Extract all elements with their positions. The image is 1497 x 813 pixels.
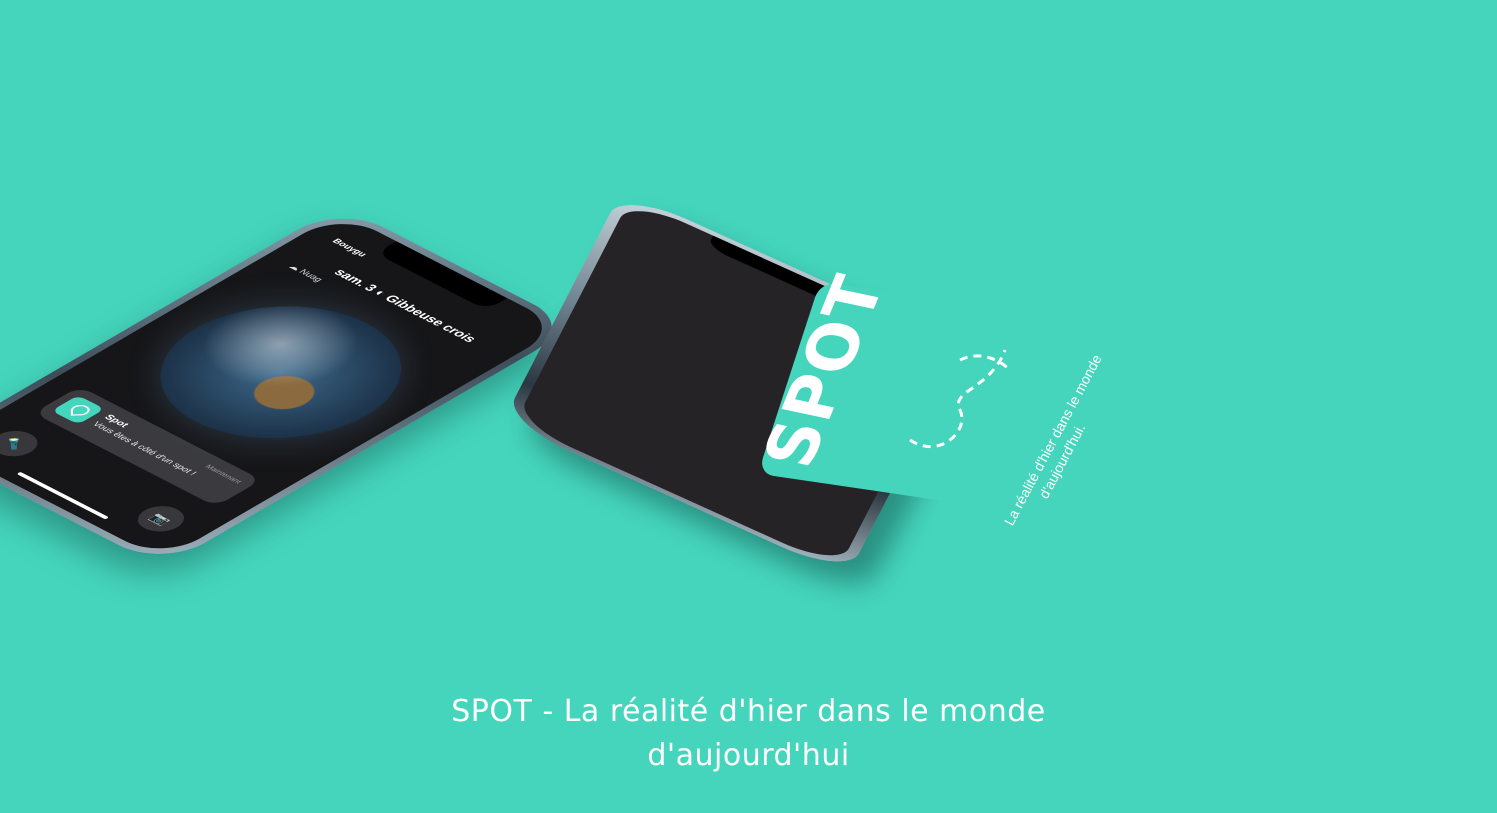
product-mockup-scene: Bouygu sam. 3 ◐ Gibbeuse crois ☁ Nuag Sp… [0, 0, 1497, 813]
weather-text: Nuag [296, 268, 325, 284]
weather-widget: ☁ Nuag [286, 262, 325, 283]
spot-app-icon [51, 395, 105, 425]
date-text: sam. 3 [330, 267, 380, 294]
flashlight-icon: 🔦 [0, 435, 29, 452]
home-indicator[interactable] [16, 471, 110, 520]
caption-line-1: SPOT - La réalité d'hier dans le monde [451, 694, 1046, 729]
camera-button[interactable]: 📷 [128, 501, 194, 537]
flashlight-button[interactable]: 🔦 [0, 425, 47, 462]
notification-time: Maintenant [203, 463, 244, 485]
notification-message: Vous êtes à côté d'un spot ! [89, 420, 199, 477]
carrier-label: Bouygu [329, 237, 369, 259]
dashed-path-icon [909, 349, 1012, 448]
lock-screen: Bouygu sam. 3 ◐ Gibbeuse crois ☁ Nuag Sp… [0, 212, 564, 561]
back-phone: Bouygu sam. 3 ◐ Gibbeuse crois ☁ Nuag Sp… [0, 205, 577, 568]
camera-icon: 📷 [146, 510, 176, 527]
caption-line-2: d'aujourd'hui [647, 738, 850, 773]
caption: SPOT - La réalité d'hier dans le monde d… [0, 690, 1497, 778]
moon-phase-text: Gibbeuse crois [380, 293, 480, 345]
